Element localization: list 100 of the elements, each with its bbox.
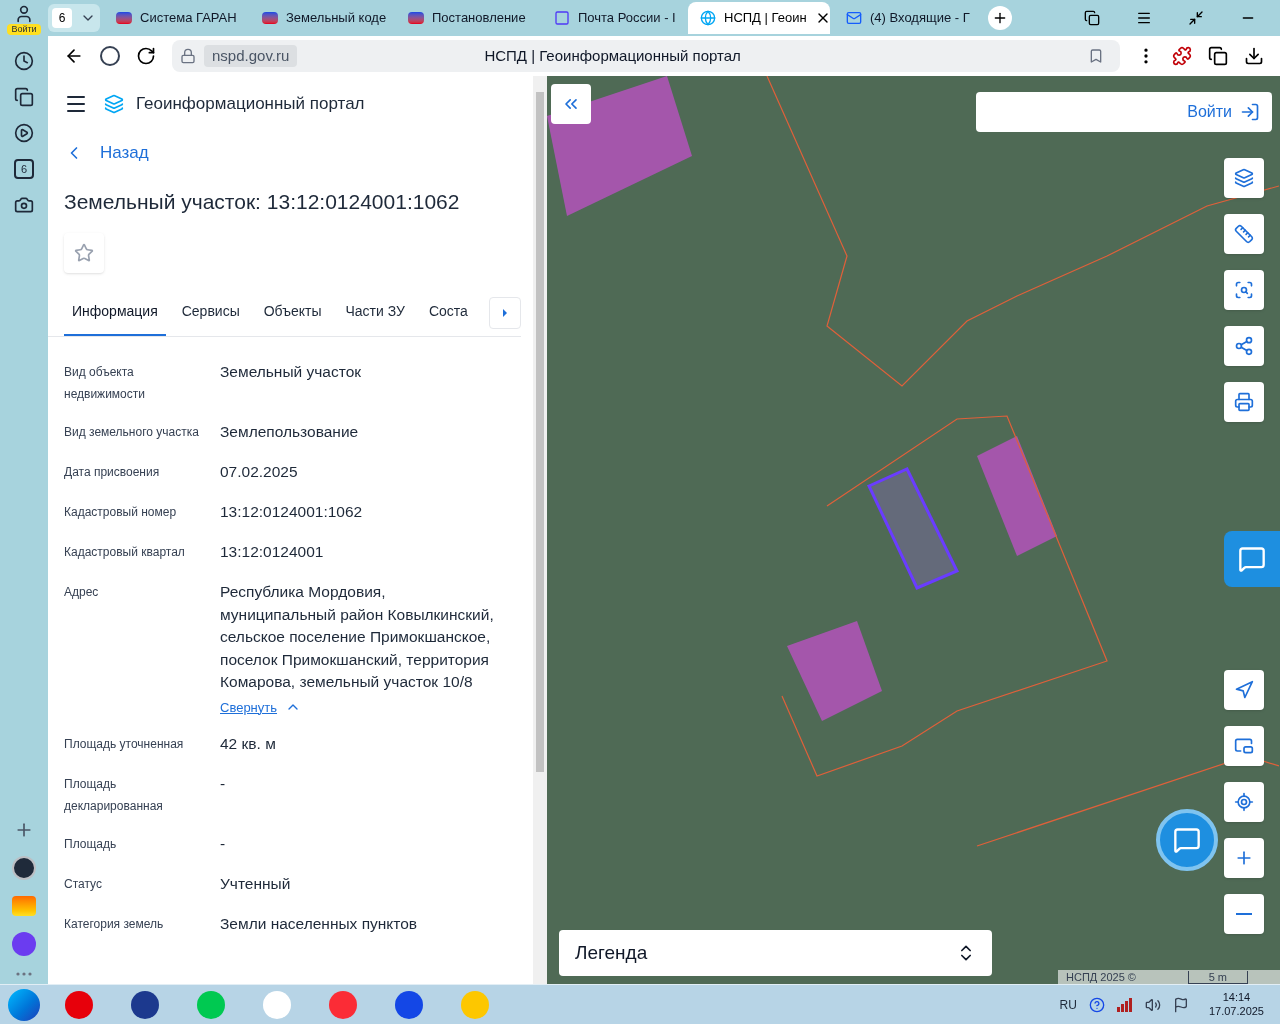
tab[interactable]: Объекты (255, 289, 330, 336)
flag-icon (408, 12, 424, 24)
field-label: Кадастровый номер (64, 504, 178, 521)
field-label: Категория земель (64, 916, 165, 933)
portal-logo-icon (104, 94, 124, 114)
field-value: 13:12:0124001 (220, 542, 325, 562)
field-label: Вид земельного участка (64, 424, 200, 441)
scale-bar: 5 m (1187, 970, 1248, 984)
chat-icon (1173, 826, 1201, 854)
satellite-map[interactable]: Войти Легенда НСПД 2025 © 5 m (547, 76, 1280, 984)
locate-button[interactable] (1224, 670, 1264, 710)
target-icon (1234, 792, 1254, 812)
clock[interactable]: 14:14 17.07.2025 (1200, 990, 1272, 1019)
address-field[interactable]: nspd.gov.ru НСПД | Геоинформационный портал (172, 40, 1120, 72)
screenshot-icon[interactable] (14, 195, 34, 216)
side-widget-button[interactable] (1224, 531, 1280, 587)
star-icon (74, 243, 94, 263)
history-icon[interactable] (14, 51, 34, 72)
mail-icon (846, 10, 862, 26)
sidebar-icon[interactable] (1208, 46, 1228, 66)
play-icon[interactable] (14, 123, 34, 144)
lock-icon (180, 48, 196, 64)
field-label: Кадастровый квартал (64, 544, 186, 561)
scan-icon (1234, 280, 1254, 300)
message-icon (1238, 545, 1266, 573)
tab[interactable]: Сервисы (173, 289, 248, 336)
flag-icon (116, 12, 132, 24)
help-icon[interactable] (1088, 996, 1105, 1013)
search-location-button[interactable] (1224, 782, 1264, 822)
browser-tab[interactable]: (4) Входящие - Г (834, 2, 976, 34)
download-icon[interactable] (1244, 46, 1264, 66)
collapse-link[interactable]: Свернуть (220, 697, 301, 717)
menu-icon[interactable] (1136, 10, 1152, 26)
flag-icon (262, 12, 278, 24)
tab[interactable]: Информация (64, 289, 166, 336)
volume-icon[interactable] (1144, 996, 1161, 1013)
field-label: Площадь уточненная (64, 736, 185, 753)
app-icon[interactable] (12, 856, 36, 880)
field-value: Земельный участок (220, 362, 363, 382)
portal-title: Геоинформационный портал (136, 93, 365, 116)
field-value: Земли населенных пунктов (220, 914, 419, 934)
layers-button[interactable] (1224, 158, 1264, 198)
tab-count-badge[interactable]: 6 (14, 159, 34, 180)
ruler-icon (1234, 224, 1254, 244)
new-tab-button[interactable] (988, 6, 1012, 30)
ruler-button[interactable] (1224, 214, 1264, 254)
field-label: Дата присвоения (64, 464, 161, 481)
start-button[interactable] (8, 988, 40, 1021)
minimap-button[interactable] (1224, 726, 1264, 766)
tab-counter[interactable]: 6 (48, 4, 100, 32)
field-label: Адрес (64, 584, 100, 601)
printer-icon (1234, 392, 1254, 412)
print-button[interactable] (1224, 382, 1264, 422)
plus-icon (992, 10, 1008, 26)
back-link[interactable]: Назад (64, 140, 149, 166)
page-title: Земельный участок: 13:12:0124001:1062 (64, 188, 461, 215)
language-indicator[interactable]: RU (1059, 995, 1077, 1014)
field-value: 07.02.2025 (220, 462, 299, 482)
share-icon (1234, 336, 1254, 356)
user-icon (14, 4, 34, 24)
bookmark-icon[interactable] (1088, 48, 1104, 64)
signal-icon[interactable] (1116, 997, 1133, 1012)
field-value: Республика Мордовия, муниципальный район Ковылкинский, сельское поселение Примокшанское, поселок Примокшанский, территория Комарова, земельный участок 10/8 (220, 582, 495, 692)
legend-dropdown[interactable]: Легенда (559, 930, 992, 976)
field-value: 13:12:0124001:1062 (220, 502, 364, 522)
scrollbar[interactable] (533, 76, 547, 984)
taskbar-app-icon[interactable] (65, 990, 93, 1019)
zoom-out-button[interactable] (1224, 894, 1264, 934)
zoom-in-button[interactable] (1224, 838, 1264, 878)
select-area-button[interactable] (1224, 270, 1264, 310)
profile-button[interactable]: Войти (7, 4, 41, 36)
login-button[interactable]: Войти (976, 92, 1272, 132)
collections-icon[interactable] (14, 87, 34, 108)
restore-icon[interactable] (1188, 10, 1204, 26)
browser-tab[interactable]: НСПД | Геоин (688, 2, 830, 34)
layers-icon (1234, 168, 1254, 188)
collapse-panel-button[interactable] (551, 84, 591, 124)
assistant-icon[interactable] (12, 932, 36, 956)
field-value: Землепользование (220, 422, 360, 442)
field-value: - (220, 774, 227, 794)
field-label: Площадь (64, 836, 118, 853)
taskbar-app-icon[interactable] (131, 990, 159, 1019)
browser-tab[interactable]: Земельный коде (250, 2, 392, 34)
tab[interactable]: Части ЗУ (337, 289, 413, 336)
globe-icon (700, 10, 716, 26)
reload-icon[interactable] (136, 46, 156, 66)
copyright-text: НСПД 2025 © (1066, 969, 1136, 984)
minus-icon (1236, 913, 1252, 915)
browser-tab[interactable]: Постановление (396, 2, 538, 34)
share-button[interactable] (1224, 326, 1264, 366)
taskbar-app-icon[interactable] (395, 990, 423, 1019)
browser-tab[interactable]: Почта России - I (542, 2, 684, 34)
field-label: Вид объекта недвижимости (64, 364, 146, 403)
browser-tab[interactable]: Система ГАРАН (104, 2, 246, 34)
tab[interactable]: Соста (420, 289, 476, 336)
flag-icon[interactable] (1172, 996, 1189, 1013)
tabs-icon[interactable] (1084, 10, 1100, 26)
extension-icon[interactable] (1172, 46, 1192, 66)
browser-logo-icon[interactable] (100, 46, 120, 66)
field-value: - (220, 834, 227, 854)
